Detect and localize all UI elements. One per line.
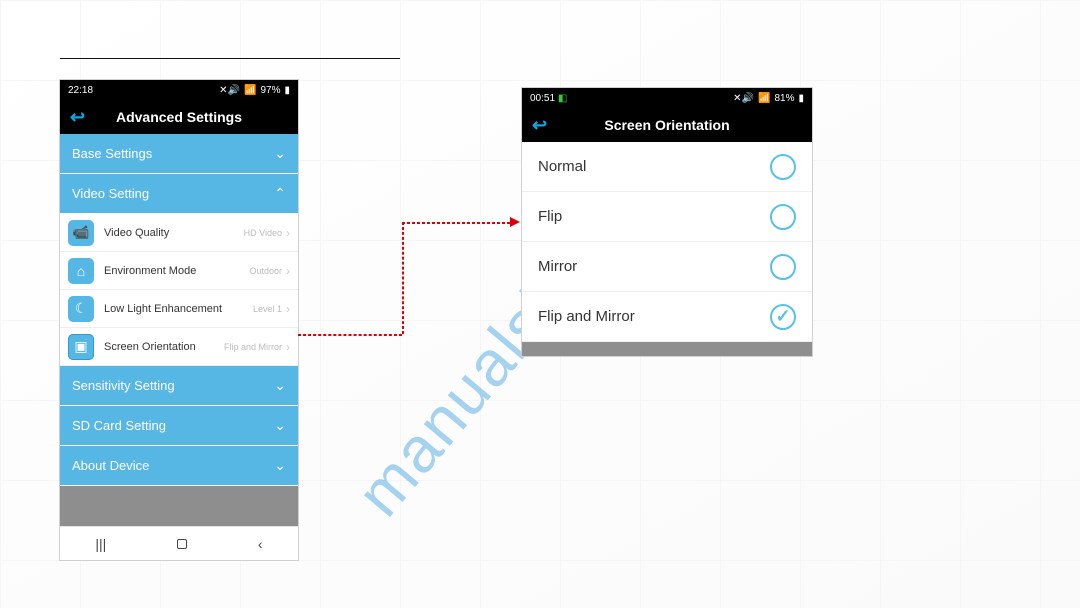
status-bar: 22:18 ✕🔊 📶 97% ▮ bbox=[60, 80, 298, 100]
back-nav-icon[interactable]: ‹ bbox=[258, 536, 263, 552]
chevron-down-icon: ⌄ bbox=[274, 457, 286, 474]
battery-label: 97% bbox=[260, 85, 280, 96]
row-environment-mode[interactable]: ⌂ Environment Mode Outdoor › bbox=[60, 252, 298, 290]
radio-icon[interactable] bbox=[770, 204, 796, 230]
row-label: Low Light Enhancement bbox=[104, 303, 253, 315]
connector-line bbox=[402, 222, 510, 224]
option-label: Flip bbox=[538, 208, 562, 225]
option-flip[interactable]: Flip bbox=[522, 192, 812, 242]
option-mirror[interactable]: Mirror bbox=[522, 242, 812, 292]
page-title: Advanced Settings bbox=[60, 109, 298, 125]
arrowhead-icon bbox=[510, 217, 520, 227]
horizontal-rule bbox=[60, 58, 400, 59]
empty-space bbox=[60, 486, 298, 526]
row-low-light[interactable]: ☾ Low Light Enhancement Level 1 › bbox=[60, 290, 298, 328]
row-label: Video Quality bbox=[104, 227, 244, 239]
radio-checked-icon[interactable] bbox=[770, 304, 796, 330]
android-nav-bar: ||| ‹ bbox=[60, 526, 298, 560]
row-video-quality[interactable]: 📹 Video Quality HD Video › bbox=[60, 214, 298, 252]
status-bar: 00:51 ◧ ✕🔊 📶 81% ▮ bbox=[522, 88, 812, 108]
section-label: Sensitivity Setting bbox=[72, 378, 175, 393]
mute-icon: ✕🔊 bbox=[219, 85, 240, 96]
battery-label: 81% bbox=[774, 93, 794, 104]
chevron-right-icon: › bbox=[286, 302, 290, 316]
screen-icon: ▣ bbox=[68, 334, 94, 360]
option-normal[interactable]: Normal bbox=[522, 142, 812, 192]
option-label: Flip and Mirror bbox=[538, 308, 635, 325]
row-label: Environment Mode bbox=[104, 265, 249, 277]
row-value: Outdoor bbox=[249, 266, 282, 276]
recents-icon[interactable]: ||| bbox=[95, 536, 106, 552]
option-flip-and-mirror[interactable]: Flip and Mirror bbox=[522, 292, 812, 342]
row-value: Flip and Mirror bbox=[224, 342, 282, 352]
radio-icon[interactable] bbox=[770, 154, 796, 180]
app-icon: ◧ bbox=[558, 93, 567, 104]
section-sdcard[interactable]: SD Card Setting ⌄ bbox=[60, 406, 298, 446]
section-base-settings[interactable]: Base Settings ⌄ bbox=[60, 134, 298, 174]
chevron-down-icon: ⌄ bbox=[274, 417, 286, 434]
chevron-right-icon: › bbox=[286, 226, 290, 240]
chevron-down-icon: ⌄ bbox=[274, 145, 286, 162]
battery-icon: ▮ bbox=[798, 93, 804, 104]
connector-line bbox=[402, 222, 404, 334]
status-time: 00:51 bbox=[530, 93, 555, 104]
phone-advanced-settings: 22:18 ✕🔊 📶 97% ▮ ↩ Advanced Settings Bas… bbox=[60, 80, 298, 560]
app-bar: ↩ Screen Orientation bbox=[522, 108, 812, 142]
radio-icon[interactable] bbox=[770, 254, 796, 280]
row-label: Screen Orientation bbox=[104, 341, 224, 353]
mute-icon: ✕🔊 bbox=[733, 93, 754, 104]
section-video-setting[interactable]: Video Setting ⌃ bbox=[60, 174, 298, 214]
wifi-icon: 📶 bbox=[244, 85, 256, 96]
back-icon[interactable]: ↩ bbox=[60, 107, 95, 128]
moon-icon: ☾ bbox=[68, 296, 94, 322]
section-label: About Device bbox=[72, 458, 149, 473]
battery-icon: ▮ bbox=[284, 85, 290, 96]
row-value: Level 1 bbox=[253, 304, 282, 314]
row-value: HD Video bbox=[244, 228, 282, 238]
section-sensitivity[interactable]: Sensitivity Setting ⌄ bbox=[60, 366, 298, 406]
house-icon: ⌂ bbox=[68, 258, 94, 284]
section-label: SD Card Setting bbox=[72, 418, 166, 433]
option-label: Normal bbox=[538, 158, 586, 175]
section-label: Video Setting bbox=[72, 186, 149, 201]
section-about[interactable]: About Device ⌄ bbox=[60, 446, 298, 486]
wifi-icon: 📶 bbox=[758, 93, 770, 104]
page-title: Screen Orientation bbox=[522, 117, 812, 133]
status-time: 22:18 bbox=[68, 85, 93, 96]
section-label: Base Settings bbox=[72, 146, 152, 161]
chevron-up-icon: ⌃ bbox=[274, 185, 286, 202]
option-label: Mirror bbox=[538, 258, 577, 275]
connector-line bbox=[298, 334, 402, 336]
row-screen-orientation[interactable]: ▣ Screen Orientation Flip and Mirror › bbox=[60, 328, 298, 366]
app-bar: ↩ Advanced Settings bbox=[60, 100, 298, 134]
chevron-right-icon: › bbox=[286, 264, 290, 278]
chevron-right-icon: › bbox=[286, 340, 290, 354]
chevron-down-icon: ⌄ bbox=[274, 377, 286, 394]
back-icon[interactable]: ↩ bbox=[522, 115, 557, 136]
home-icon[interactable] bbox=[177, 539, 187, 549]
phone-screen-orientation: 00:51 ◧ ✕🔊 📶 81% ▮ ↩ Screen Orientation … bbox=[522, 88, 812, 356]
camera-icon: 📹 bbox=[68, 220, 94, 246]
